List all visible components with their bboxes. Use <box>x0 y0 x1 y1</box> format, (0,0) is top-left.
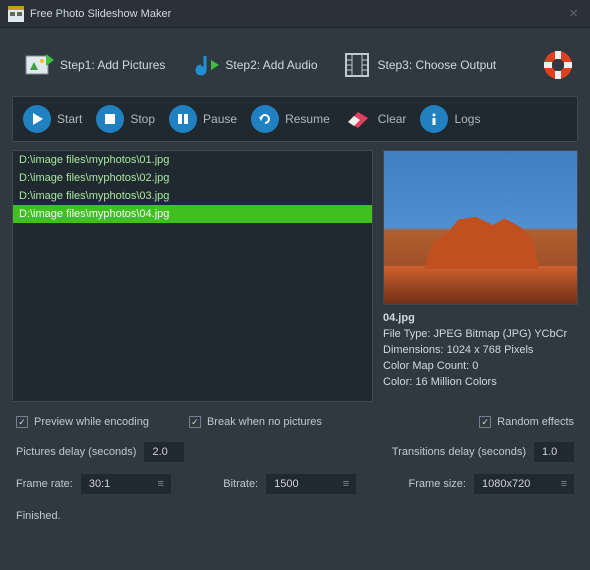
break-no-pictures-checkbox[interactable]: Break when no pictures <box>189 416 322 428</box>
preview-encoding-label: Preview while encoding <box>34 416 149 428</box>
file-list[interactable]: D:\image files\myphotos\01.jpgD:\image f… <box>12 150 373 402</box>
resume-label: Resume <box>285 112 330 126</box>
preview-encoding-checkbox[interactable]: Preview while encoding <box>16 416 149 428</box>
play-icon <box>23 105 51 133</box>
stop-label: Stop <box>130 112 155 126</box>
preview-dimensions: Dimensions: 1024 x 768 Pixels <box>383 343 578 359</box>
start-button[interactable]: Start <box>23 105 82 133</box>
pause-icon <box>169 105 197 133</box>
close-icon[interactable]: × <box>565 5 582 22</box>
menu-icon: ≡ <box>343 478 348 490</box>
preview-color: Color: 16 Million Colors <box>383 375 578 391</box>
output-icon <box>342 50 372 80</box>
preview-colormap: Color Map Count: 0 <box>383 359 578 375</box>
pause-button[interactable]: Pause <box>169 105 237 133</box>
step2-add-audio[interactable]: Step2: Add Audio <box>181 46 325 84</box>
window-title: Free Photo Slideshow Maker <box>30 8 565 20</box>
stop-button[interactable]: Stop <box>96 105 155 133</box>
framesize-combo[interactable]: 1080x720 ≡ <box>474 474 574 494</box>
bitrate-value: 1500 <box>274 478 298 490</box>
titlebar: Free Photo Slideshow Maker × <box>0 0 590 28</box>
preview-filename: 04.jpg <box>383 311 578 327</box>
pause-label: Pause <box>203 112 237 126</box>
framerate-label: Frame rate: <box>16 478 73 490</box>
step3-choose-output[interactable]: Step3: Choose Output <box>334 46 505 84</box>
resume-icon <box>251 105 279 133</box>
status-text: Finished. <box>12 506 578 526</box>
eraser-icon <box>344 105 372 133</box>
file-item[interactable]: D:\image files\myphotos\04.jpg <box>13 205 372 223</box>
bitrate-combo[interactable]: 1500 ≡ <box>266 474 356 494</box>
step1-label: Step1: Add Pictures <box>60 58 165 72</box>
bitrate-label: Bitrate: <box>223 478 258 490</box>
clear-button[interactable]: Clear <box>344 105 407 133</box>
action-bar: Start Stop Pause Resume Clear Logs <box>12 96 578 142</box>
step2-label: Step2: Add Audio <box>225 58 317 72</box>
file-item[interactable]: D:\image files\myphotos\02.jpg <box>13 169 372 187</box>
transitions-delay-input[interactable] <box>534 442 574 462</box>
break-no-pictures-label: Break when no pictures <box>207 416 322 428</box>
preview-filetype: File Type: JPEG Bitmap (JPG) YCbCr <box>383 327 578 343</box>
menu-icon: ≡ <box>561 478 566 490</box>
audio-icon <box>189 50 219 80</box>
logs-button[interactable]: Logs <box>420 105 480 133</box>
random-effects-label: Random effects <box>497 416 574 428</box>
resume-button[interactable]: Resume <box>251 105 330 133</box>
info-icon <box>420 105 448 133</box>
file-item[interactable]: D:\image files\myphotos\01.jpg <box>13 151 372 169</box>
preview-info: 04.jpg File Type: JPEG Bitmap (JPG) YCbC… <box>383 311 578 391</box>
clear-label: Clear <box>378 112 407 126</box>
stop-icon <box>96 105 124 133</box>
pictures-delay-input[interactable] <box>144 442 184 462</box>
app-icon <box>8 6 24 22</box>
pictures-icon <box>24 50 54 80</box>
start-label: Start <box>57 112 82 126</box>
random-effects-checkbox[interactable]: Random effects <box>479 416 574 428</box>
preview-pane: 04.jpg File Type: JPEG Bitmap (JPG) YCbC… <box>383 150 578 402</box>
framerate-value: 30:1 <box>89 478 110 490</box>
pictures-delay-label: Pictures delay (seconds) <box>16 446 136 458</box>
help-icon[interactable] <box>542 49 574 81</box>
file-item[interactable]: D:\image files\myphotos\03.jpg <box>13 187 372 205</box>
framesize-label: Frame size: <box>409 478 466 490</box>
logs-label: Logs <box>454 112 480 126</box>
step1-add-pictures[interactable]: Step1: Add Pictures <box>16 46 173 84</box>
framerate-combo[interactable]: 30:1 ≡ <box>81 474 171 494</box>
steps-row: Step1: Add Pictures Step2: Add Audio Ste… <box>12 38 578 96</box>
preview-image <box>383 150 578 305</box>
step3-label: Step3: Choose Output <box>378 58 497 72</box>
framesize-value: 1080x720 <box>482 478 530 490</box>
menu-icon: ≡ <box>157 478 162 490</box>
transitions-delay-label: Transitions delay (seconds) <box>392 446 526 458</box>
